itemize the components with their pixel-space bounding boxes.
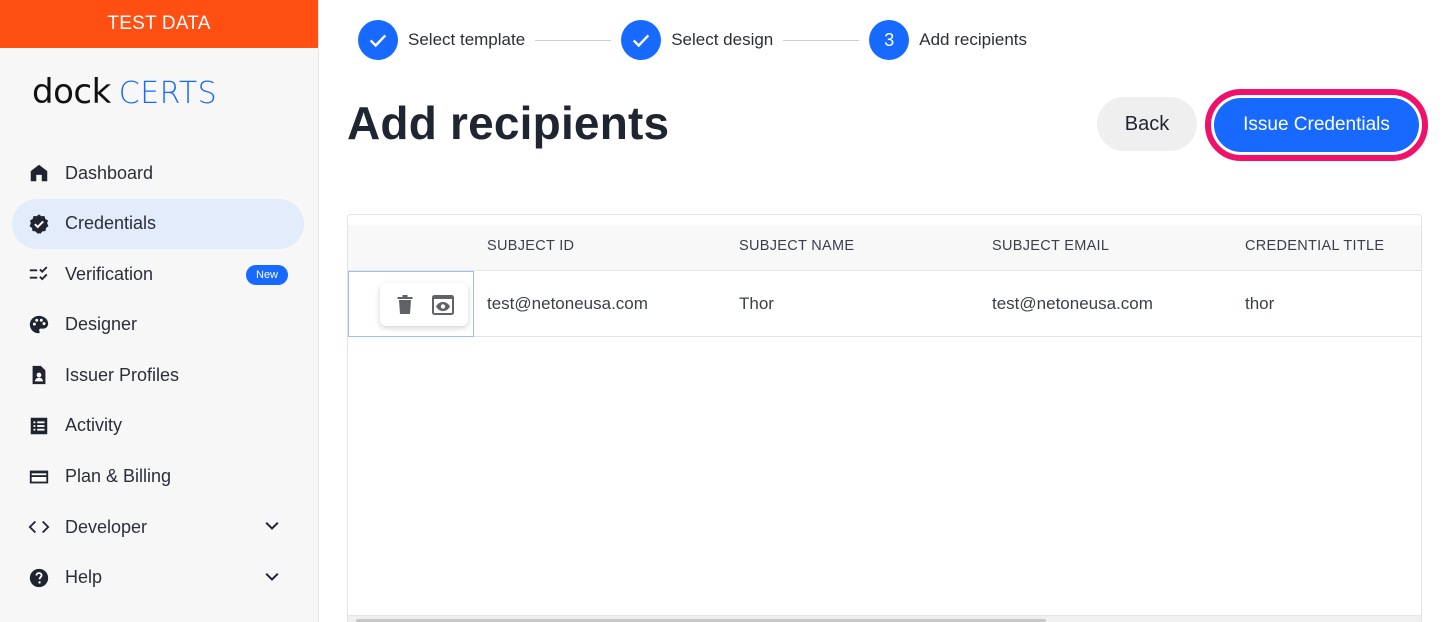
sidebar-item-verification[interactable]: Verification New — [12, 249, 304, 299]
step-done-icon — [358, 20, 398, 60]
column-header[interactable]: CREDENTIAL TITLE — [1245, 225, 1384, 271]
profile-document-icon — [28, 364, 50, 386]
help-icon — [28, 567, 50, 589]
step-connector — [535, 39, 612, 41]
sidebar-item-designer[interactable]: Designer — [12, 300, 304, 350]
sidebar-item-label: Activity — [65, 415, 123, 436]
sidebar-item-help[interactable]: Help — [12, 553, 304, 603]
sidebar-item-label: Designer — [65, 314, 138, 335]
sidebar-item-label: Verification — [65, 263, 154, 284]
step-done-icon — [621, 20, 662, 60]
table-header: SUBJECT ID SUBJECT NAME SUBJECT EMAIL CR… — [348, 225, 1421, 271]
sidebar-item-label: Dashboard — [65, 162, 154, 183]
sidebar-item-label: Issuer Profiles — [65, 364, 180, 385]
step-label: Select template — [408, 30, 526, 49]
home-icon — [28, 162, 50, 184]
sidebar-item-label: Developer — [65, 516, 148, 537]
column-header[interactable]: SUBJECT EMAIL — [992, 225, 1109, 271]
cell-credential-title[interactable]: thor — [1245, 271, 1274, 337]
row-actions — [380, 283, 468, 326]
page-title: Add recipients — [347, 97, 670, 149]
test-data-banner: TEST DATA — [0, 0, 318, 48]
sidebar-item-label: Plan & Billing — [65, 466, 172, 487]
cell-subject-name[interactable]: Thor — [739, 271, 774, 337]
sidebar-item-credentials[interactable]: Credentials — [12, 198, 304, 249]
chevron-down-icon[interactable] — [262, 567, 282, 587]
chevron-down-icon[interactable] — [262, 516, 282, 536]
palette-icon — [28, 314, 50, 336]
column-header[interactable]: SUBJECT ID — [487, 225, 574, 271]
recipients-table: SUBJECT ID SUBJECT NAME SUBJECT EMAIL CR… — [347, 214, 1422, 622]
sidebar-item-dashboard[interactable]: Dashboard — [12, 148, 304, 198]
cell-subject-email[interactable]: test@netoneusa.com — [992, 271, 1153, 337]
code-icon — [28, 516, 50, 538]
sidebar-item-activity[interactable]: Activity — [12, 401, 304, 451]
list-icon — [28, 415, 50, 437]
column-header[interactable]: SUBJECT NAME — [739, 225, 854, 271]
app-logo[interactable]: dock CERTS — [32, 72, 217, 112]
sidebar: TEST DATA dock CERTS Dashboard Credentia… — [0, 0, 319, 622]
new-badge: New — [246, 265, 289, 286]
step-connector — [783, 39, 860, 41]
step-label: Add recipients — [919, 30, 1027, 49]
sidebar-item-plan-billing[interactable]: Plan & Billing — [12, 452, 304, 502]
issue-credentials-button[interactable]: Issue Credentials — [1214, 98, 1419, 152]
row-actions-cell — [348, 271, 474, 337]
table-row[interactable]: test@netoneusa.com Thor test@netoneusa.c… — [348, 271, 1421, 337]
progress-stepper: Select template Select design 3 Add reci… — [358, 20, 1027, 60]
back-button[interactable]: Back — [1097, 97, 1197, 151]
credit-card-icon — [28, 466, 50, 488]
step-label: Select design — [671, 30, 774, 49]
sidebar-item-label: Help — [65, 567, 103, 588]
checklist-icon — [28, 263, 50, 285]
sidebar-item-label: Credentials — [65, 213, 157, 234]
sidebar-item-issuer-profiles[interactable]: Issuer Profiles — [12, 350, 304, 400]
logo-product-name: CERTS — [118, 76, 218, 111]
trash-icon[interactable] — [393, 293, 417, 317]
sidebar-item-developer[interactable]: Developer — [12, 502, 304, 552]
verified-badge-icon — [28, 213, 50, 235]
step-number: 3 — [869, 20, 910, 60]
preview-eye-icon[interactable] — [431, 293, 455, 317]
sidebar-nav: Dashboard Credentials Verification New D… — [12, 148, 304, 603]
cell-subject-id[interactable]: test@netoneusa.com — [487, 271, 648, 337]
logo-wordmark: dock — [32, 72, 111, 112]
